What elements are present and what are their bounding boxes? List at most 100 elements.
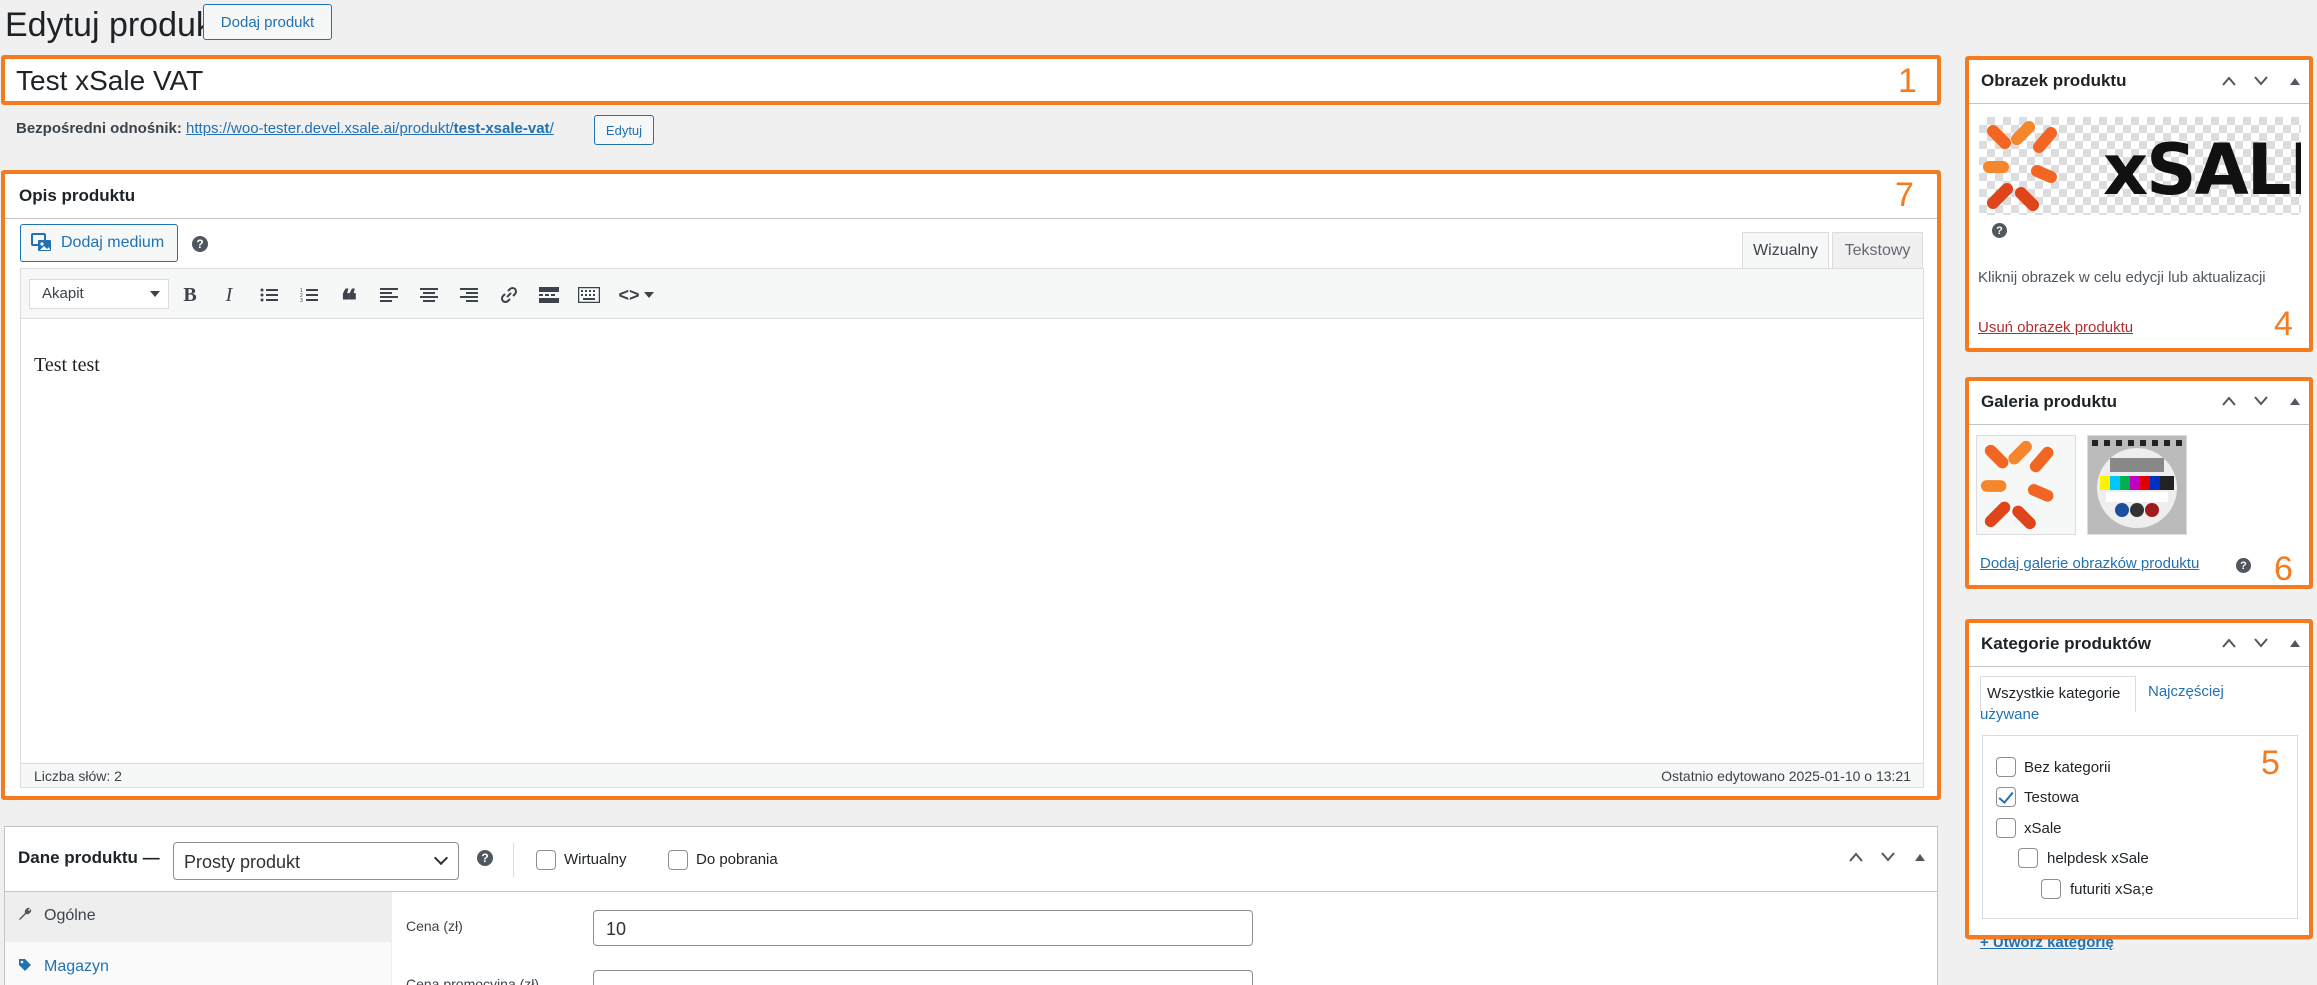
tag-icon — [18, 958, 32, 976]
divider — [513, 843, 514, 877]
bullet-list-icon[interactable] — [255, 281, 283, 309]
chevron-down-icon[interactable] — [641, 281, 657, 309]
tab-visual[interactable]: Wizualny — [1742, 232, 1829, 269]
tab-text[interactable]: Tekstowy — [1832, 232, 1923, 269]
category-label: helpdesk xSale — [2047, 850, 2149, 867]
product-image-title: Obrazek produktu — [1981, 71, 2127, 90]
xsale-logo-icon — [1983, 121, 2057, 211]
price-input[interactable]: 10 — [593, 910, 1253, 946]
media-icon — [31, 233, 51, 251]
help-icon[interactable]: ? — [477, 850, 493, 866]
page-title: Edytuj produkt — [5, 6, 223, 44]
move-up-icon[interactable] — [2221, 637, 2237, 649]
remove-image-link[interactable]: Usuń obrazek produktu — [1978, 319, 2133, 336]
collapse-icon[interactable] — [2289, 638, 2301, 648]
blockquote-icon[interactable]: ❝ — [335, 281, 363, 318]
align-right-icon[interactable] — [455, 281, 483, 309]
collapse-icon[interactable] — [2289, 396, 2301, 406]
category-label: Bez kategorii — [2024, 759, 2111, 776]
help-icon[interactable]: ? — [2236, 558, 2251, 573]
align-left-icon[interactable] — [375, 281, 403, 309]
add-media-label: Dodaj medium — [61, 234, 165, 251]
collapse-icon[interactable] — [1914, 852, 1926, 862]
permalink-link[interactable]: https://woo-tester.devel.xsale.ai/produk… — [186, 120, 554, 137]
virtual-checkbox[interactable] — [536, 850, 556, 870]
link-icon[interactable] — [495, 281, 523, 309]
help-icon[interactable]: ? — [1992, 223, 2007, 238]
product-title-input[interactable]: Test xSale VAT — [3, 56, 1940, 104]
annotation-number: 4 — [2274, 305, 2293, 343]
annotation-number: 6 — [2274, 550, 2293, 588]
collapse-icon[interactable] — [2289, 76, 2301, 86]
move-down-icon[interactable] — [2253, 395, 2269, 407]
wrench-icon — [18, 907, 32, 925]
move-up-icon[interactable] — [2221, 75, 2237, 87]
chevron-down-icon — [150, 291, 160, 297]
category-label: Testowa — [2024, 789, 2080, 806]
bold-icon[interactable]: B — [176, 281, 204, 309]
permalink-label: Bezpośredni odnośnik: — [16, 120, 182, 137]
add-gallery-link[interactable]: Dodaj galerie obrazków produktu — [1980, 555, 2199, 572]
category-checkbox[interactable] — [1996, 787, 2016, 807]
downloadable-label: Do pobrania — [696, 851, 778, 868]
price-label: Cena (zł) — [406, 918, 463, 934]
align-center-icon[interactable] — [415, 281, 443, 309]
product-title-value: Test xSale VAT — [16, 65, 204, 96]
annotation-number: 1 — [1898, 62, 1917, 100]
format-select-value: Akapit — [42, 285, 84, 302]
gallery-image-1[interactable] — [1976, 435, 2076, 535]
create-category-link[interactable]: + Utwórz kategorię — [1980, 934, 2114, 951]
categories-title: Kategorie produktów — [1981, 634, 2152, 653]
numbered-list-icon[interactable]: 123 — [295, 281, 323, 309]
downloadable-checkbox[interactable] — [668, 850, 688, 870]
sale-price-input[interactable] — [593, 970, 1253, 985]
editor-content[interactable]: Test test — [34, 354, 100, 377]
sale-price-label: Cena promocyjna (zł) — [406, 976, 540, 985]
last-edited: Ostatnio edytowano 2025-01-10 o 13:21 — [1661, 768, 1911, 784]
product-type-value: Prosty produkt — [184, 852, 301, 872]
category-label: futuriti xSa;e — [2070, 881, 2154, 898]
category-checkbox[interactable] — [2041, 879, 2061, 899]
chevron-down-icon — [433, 850, 449, 866]
editor-toolbar: Akapit B I 123 ❝ <> — [21, 269, 1923, 319]
move-down-icon[interactable] — [2253, 637, 2269, 649]
product-type-select[interactable]: Prosty produkt — [173, 842, 459, 880]
help-icon[interactable]: ? — [192, 236, 208, 252]
test-pattern-icon — [2088, 436, 2186, 534]
product-image[interactable]: xSALE — [1979, 117, 2301, 215]
add-media-button[interactable]: Dodaj medium — [20, 224, 178, 262]
tab-inventory[interactable]: Magazyn — [44, 958, 109, 976]
category-checkbox[interactable] — [1996, 757, 2016, 777]
tab-popular-categories[interactable]: Najczęściej — [2148, 683, 2224, 700]
description-title: Opis produktu — [19, 186, 136, 205]
add-product-button[interactable]: Dodaj produkt — [203, 4, 332, 40]
product-image-hint: Kliknij obrazek w celu edycji lub aktual… — [1978, 269, 2266, 286]
move-down-icon[interactable] — [2253, 75, 2269, 87]
move-up-icon[interactable] — [2221, 395, 2237, 407]
read-more-icon[interactable] — [535, 281, 563, 309]
category-checkbox[interactable] — [1996, 818, 2016, 838]
move-up-icon[interactable] — [1848, 851, 1864, 863]
category-label: xSale — [2024, 820, 2062, 837]
price-value: 10 — [606, 919, 627, 939]
italic-icon[interactable]: I — [215, 281, 243, 309]
category-checkbox[interactable] — [2018, 848, 2038, 868]
virtual-label: Wirtualny — [564, 851, 627, 868]
xsale-logo-icon — [1980, 440, 2054, 530]
product-data-title: Dane produktu — — [18, 848, 160, 867]
annotation-number: 7 — [1895, 176, 1914, 214]
gallery-image-2[interactable] — [2087, 435, 2187, 535]
tab-popular-categories-cont[interactable]: używane — [1980, 706, 2039, 723]
move-down-icon[interactable] — [1880, 851, 1896, 863]
keyboard-icon[interactable] — [575, 281, 603, 309]
tab-general-label: Ogólne — [44, 907, 96, 924]
editor-status-bar: Liczba słów: 2 Ostatnio edytowano 2025-0… — [21, 763, 1923, 787]
permalink-edit-button[interactable]: Edytuj — [594, 115, 654, 145]
format-select[interactable]: Akapit — [29, 279, 169, 309]
permalink: Bezpośredni odnośnik: https://woo-tester… — [16, 120, 554, 137]
gallery-title: Galeria produktu — [1981, 392, 2118, 411]
description-header: Opis produktu — [5, 173, 1937, 219]
word-count: Liczba słów: 2 — [34, 768, 122, 784]
code-icon[interactable]: <> — [615, 281, 643, 309]
svg-text:3: 3 — [300, 298, 303, 303]
